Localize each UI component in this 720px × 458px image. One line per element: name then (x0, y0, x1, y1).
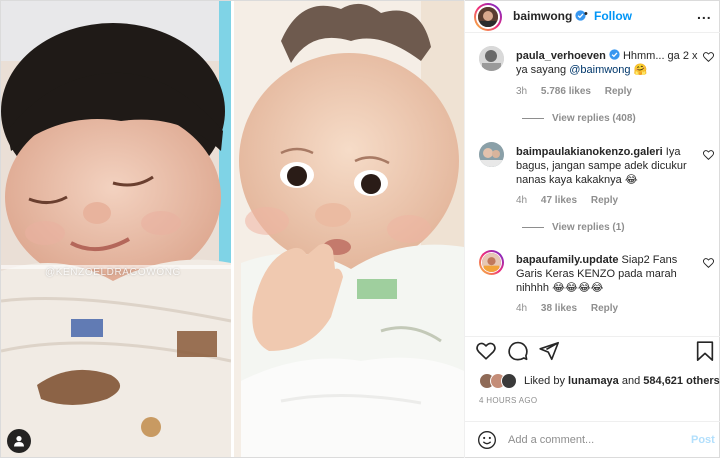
commenter-username[interactable]: bapaufamily.update (516, 254, 618, 266)
comment-time: 3h (516, 86, 528, 97)
comments-list[interactable]: paula_verhoeven Hhmm... ga 2 x ya sayang… (465, 34, 720, 336)
author-username[interactable]: baimwong (513, 9, 586, 23)
post-sidebar: baimwong • Follow ... paula_verhoeven Hh… (464, 0, 720, 458)
comment-meta: 4h 47 likes Reply (516, 195, 629, 206)
comment-input[interactable] (508, 431, 668, 449)
emoji: 🤗 (633, 64, 648, 76)
comment-icon[interactable] (507, 340, 529, 362)
likes-summary[interactable]: Liked by lunamaya and 584,621 others (479, 372, 720, 390)
commenter-avatar[interactable] (479, 142, 504, 167)
author-avatar-image (478, 7, 498, 27)
liker-avatar (501, 373, 517, 389)
reply-button[interactable]: Reply (591, 195, 618, 206)
author-avatar[interactable] (474, 3, 502, 31)
post-photo[interactable]: @KENZOELDRAGOWONG (1, 1, 464, 457)
post-header: baimwong • Follow ... (465, 0, 720, 33)
post-timestamp: 4 HOURS AGO (479, 396, 538, 405)
mention-link[interactable]: @baimwong (569, 64, 630, 76)
user-tag-icon (14, 436, 24, 447)
emoji: 😂😂😂😂 (552, 282, 604, 294)
header-separator: • (584, 8, 588, 20)
comment-likes[interactable]: 47 likes (541, 195, 577, 206)
comment-text: paula_verhoeven Hhmm... ga 2 x ya sayang… (516, 49, 698, 76)
user-tag-button[interactable] (7, 429, 31, 453)
baby-collage-image (1, 1, 464, 457)
add-comment-bar: Post (465, 421, 720, 458)
action-bar (465, 336, 720, 366)
comment-time: 4h (516, 195, 528, 206)
commenter-username[interactable]: paula_verhoeven (516, 50, 606, 62)
liker-username[interactable]: lunamaya (568, 375, 619, 387)
comment-likes[interactable]: 5.786 likes (541, 86, 591, 97)
heart-icon[interactable] (475, 340, 497, 362)
view-replies-button[interactable]: View replies (408) (522, 113, 636, 124)
bookmark-icon[interactable] (694, 340, 716, 362)
likes-count[interactable]: 584,621 others (643, 375, 719, 387)
commenter-avatar[interactable] (479, 46, 504, 71)
follow-button[interactable]: Follow (594, 9, 632, 23)
like-comment-heart-icon[interactable] (703, 258, 714, 268)
like-comment-heart-icon[interactable] (703, 52, 714, 62)
more-options-button[interactable]: ... (697, 6, 712, 22)
commenter-username[interactable]: baimpaulakianokenzo.galeri (516, 146, 663, 158)
comment-meta: 4h 38 likes Reply (516, 303, 629, 314)
view-replies-button[interactable]: View replies (1) (522, 222, 625, 233)
emoji-icon[interactable] (477, 430, 497, 450)
likes-text: Liked by lunamaya and 584,621 others (524, 375, 720, 387)
share-icon[interactable] (538, 340, 560, 362)
comment-time: 4h (516, 303, 528, 314)
comment-meta: 3h 5.786 likes Reply (516, 86, 643, 97)
comment-likes[interactable]: 38 likes (541, 303, 577, 314)
commenter-avatar[interactable] (479, 250, 504, 275)
comment-text: baimpaulakianokenzo.galeri Iya bagus, ja… (516, 146, 687, 186)
reply-button[interactable]: Reply (591, 303, 618, 314)
emoji: 😂 (624, 174, 638, 186)
comment-text: bapaufamily.update Siap2 Fans Garis Kera… (516, 254, 678, 294)
verified-badge-icon (609, 49, 620, 60)
post-comment-button[interactable]: Post (691, 434, 715, 446)
reply-button[interactable]: Reply (605, 86, 632, 97)
like-comment-heart-icon[interactable] (703, 150, 714, 160)
photo-watermark: @KENZOELDRAGOWONG (45, 267, 181, 278)
